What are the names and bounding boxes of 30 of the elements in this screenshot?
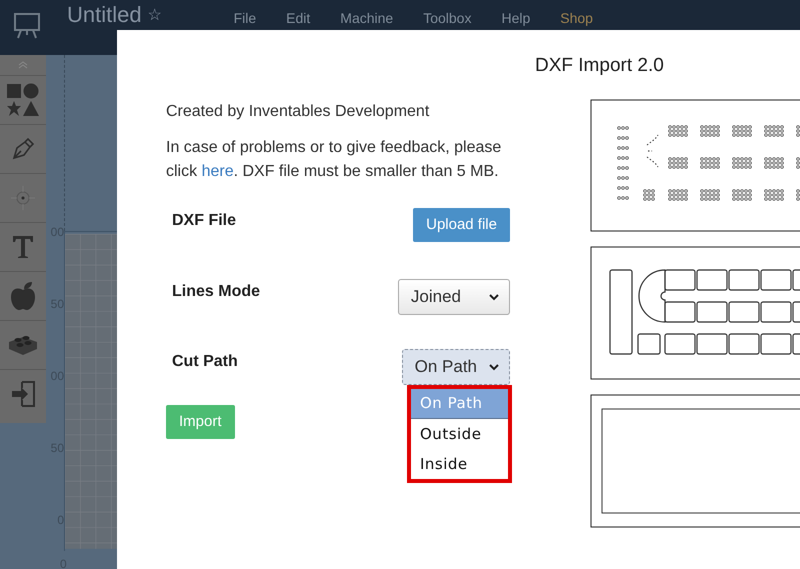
chevron-icon xyxy=(489,364,499,370)
crosshair-icon xyxy=(10,185,36,211)
menu-item[interactable]: Help xyxy=(501,9,530,27)
dropdown-option[interactable]: On Path xyxy=(411,389,508,419)
help-text: In case of problems or to give feedback, please click here. DXF file must be smaller than 5 MB. xyxy=(166,138,502,182)
menu-item[interactable]: Machine xyxy=(340,9,394,27)
menu-item[interactable]: File xyxy=(234,9,256,27)
favorite-star[interactable]: ☆ xyxy=(148,6,162,26)
import-button[interactable]: Import xyxy=(166,405,235,439)
credit-text: Created by Inventables Development xyxy=(166,102,430,122)
menu-item[interactable]: Toolbox xyxy=(423,9,472,27)
brick-icon xyxy=(8,334,38,356)
field-label: Cut Path xyxy=(172,352,238,372)
select-field[interactable]: Joined xyxy=(398,279,510,315)
text-tool-icon xyxy=(12,235,34,259)
pen-icon xyxy=(11,137,35,161)
document-title: Untitled xyxy=(67,1,142,28)
collapse-icon[interactable] xyxy=(18,61,28,69)
shapes-icon xyxy=(6,83,40,117)
menu-item[interactable]: Shop xyxy=(560,9,593,27)
field-label: DXF File xyxy=(172,211,236,231)
upload-button[interactable]: Upload file xyxy=(413,208,510,242)
dialog-title: DXF Import 2.0 xyxy=(535,54,665,78)
menu-item[interactable]: Edit xyxy=(286,9,310,27)
select-field[interactable]: On Path xyxy=(402,349,510,385)
field-label: Lines Mode xyxy=(172,282,260,302)
help-link[interactable]: here xyxy=(202,163,234,180)
chevron-icon xyxy=(489,294,499,300)
apple-icon xyxy=(10,281,36,311)
import-icon xyxy=(10,380,36,408)
